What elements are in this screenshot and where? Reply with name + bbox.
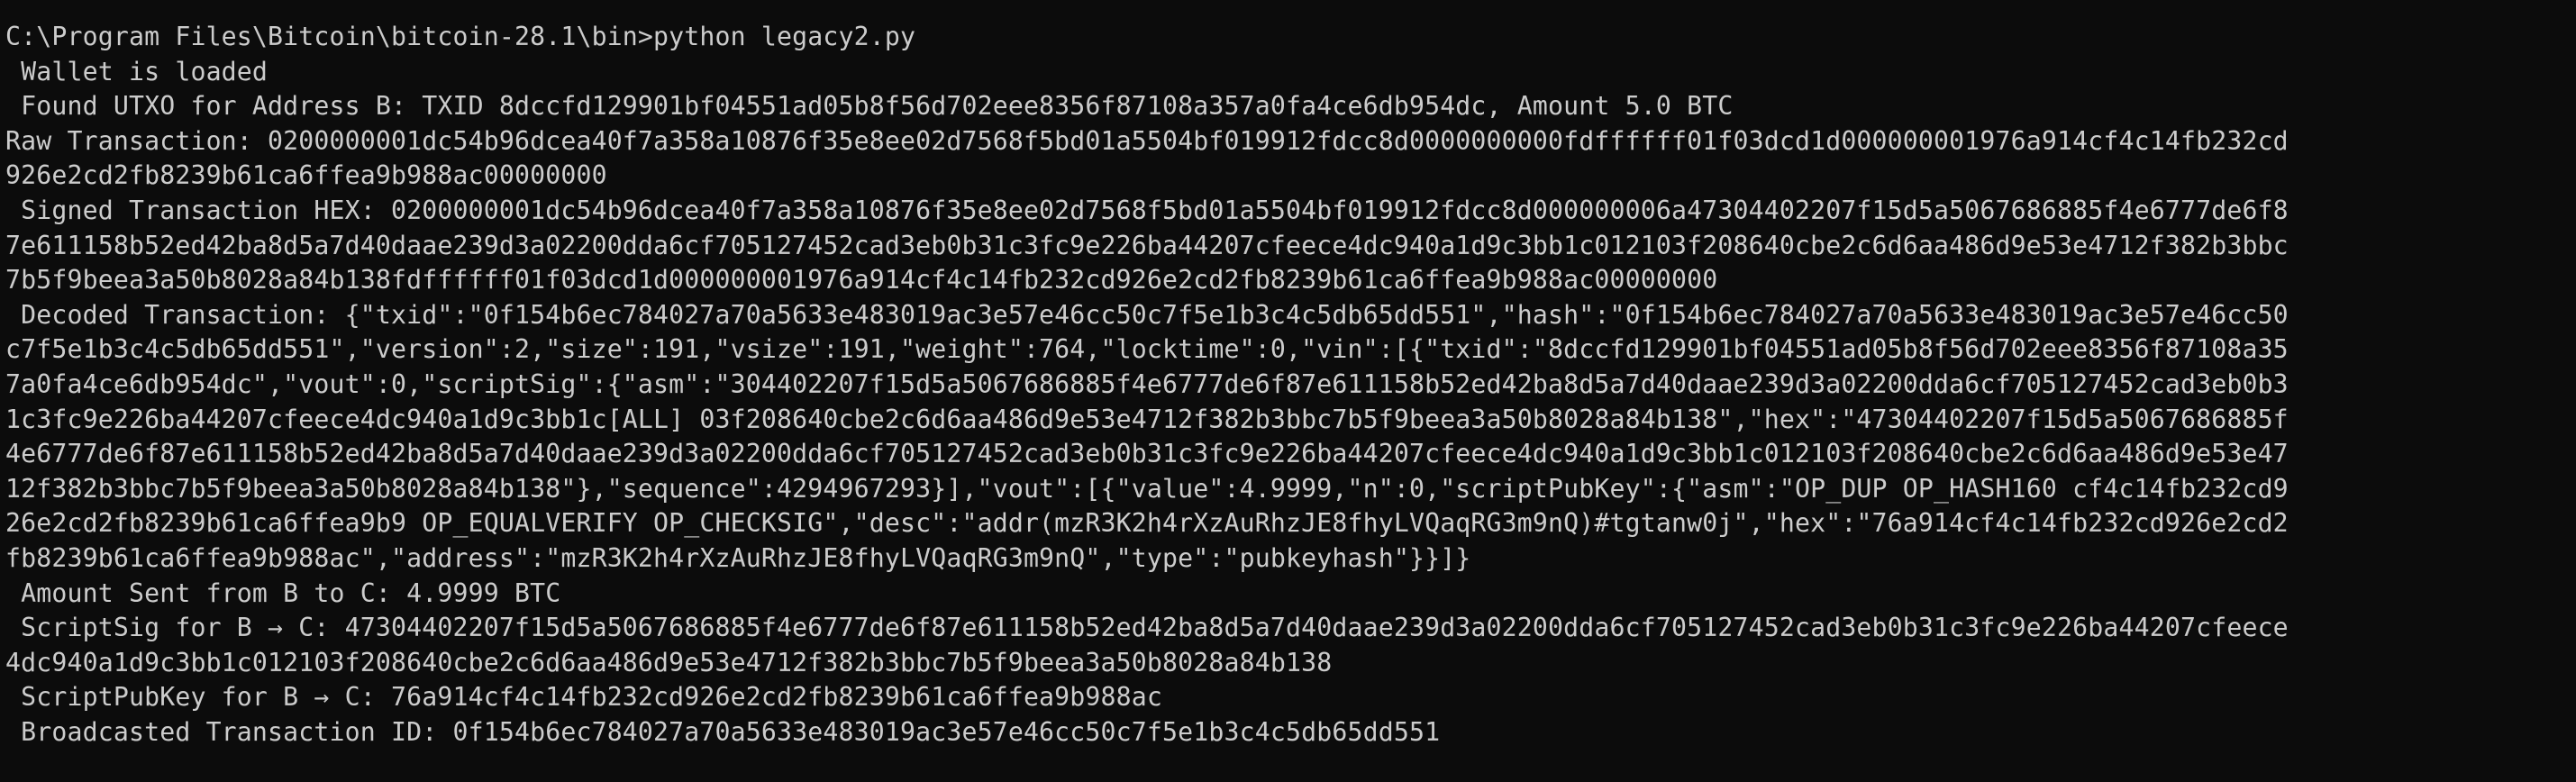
output-line: Found UTXO for Address B: TXID 8dccfd129…: [5, 91, 1734, 122]
output-line: fb8239b61ca6ffea9b988ac","address":"mzR3…: [5, 542, 1471, 573]
output-line: Decoded Transaction: {"txid":"0f154b6ec7…: [5, 299, 2289, 330]
terminal-window[interactable]: C:\Program Files\Bitcoin\bitcoin-28.1\bi…: [0, 0, 2576, 782]
output-line: 4dc940a1d9c3bb1c012103f208640cbe2c6d6aa4…: [5, 647, 1333, 677]
output-line: 7e611158b52ed42ba8d5a7d40daae239d3a02200…: [5, 230, 2289, 260]
output-line: 26e2cd2fb8239b61ca6ffea9b9 OP_EQUALVERIF…: [5, 508, 2289, 539]
command-prompt-line: C:\Program Files\Bitcoin\bitcoin-28.1\bi…: [5, 22, 916, 51]
output-line: Raw Transaction: 0200000001dc54b96dcea40…: [5, 125, 2289, 156]
output-line: 4e6777de6f87e611158b52ed42ba8d5a7d40daae…: [5, 439, 2289, 469]
output-line: 12f382b3bbc7b5f9beea3a50b8028a84b138"},"…: [5, 473, 2289, 504]
output-line: 7a0fa4ce6db954dc","vout":0,"scriptSig":{…: [5, 368, 2289, 399]
output-line: 926e2cd2fb8239b61ca6ffea9b988ac00000000: [5, 160, 607, 191]
output-line: Signed Transaction HEX: 0200000001dc54b9…: [5, 195, 2289, 225]
output-line: ScriptPubKey for B → C: 76a914cf4c14fb23…: [5, 682, 1163, 713]
output-line: Broadcasted Transaction ID: 0f154b6ec784…: [5, 716, 1441, 747]
output-line: Wallet is loaded: [5, 56, 269, 86]
output-line: ScriptSig for B → C: 47304402207f15d5a50…: [5, 613, 2289, 643]
output-line: Amount Sent from B to C: 4.9999 BTC: [5, 577, 561, 608]
output-line: 1c3fc9e226ba44207cfeece4dc940a1d9c3bb1c[…: [5, 404, 2289, 434]
output-line: 7b5f9beea3a50b8028a84b138fdffffff01f03dc…: [5, 265, 1718, 296]
output-line: c7f5e1b3c4c5db65dd551","version":2,"size…: [5, 334, 2289, 365]
